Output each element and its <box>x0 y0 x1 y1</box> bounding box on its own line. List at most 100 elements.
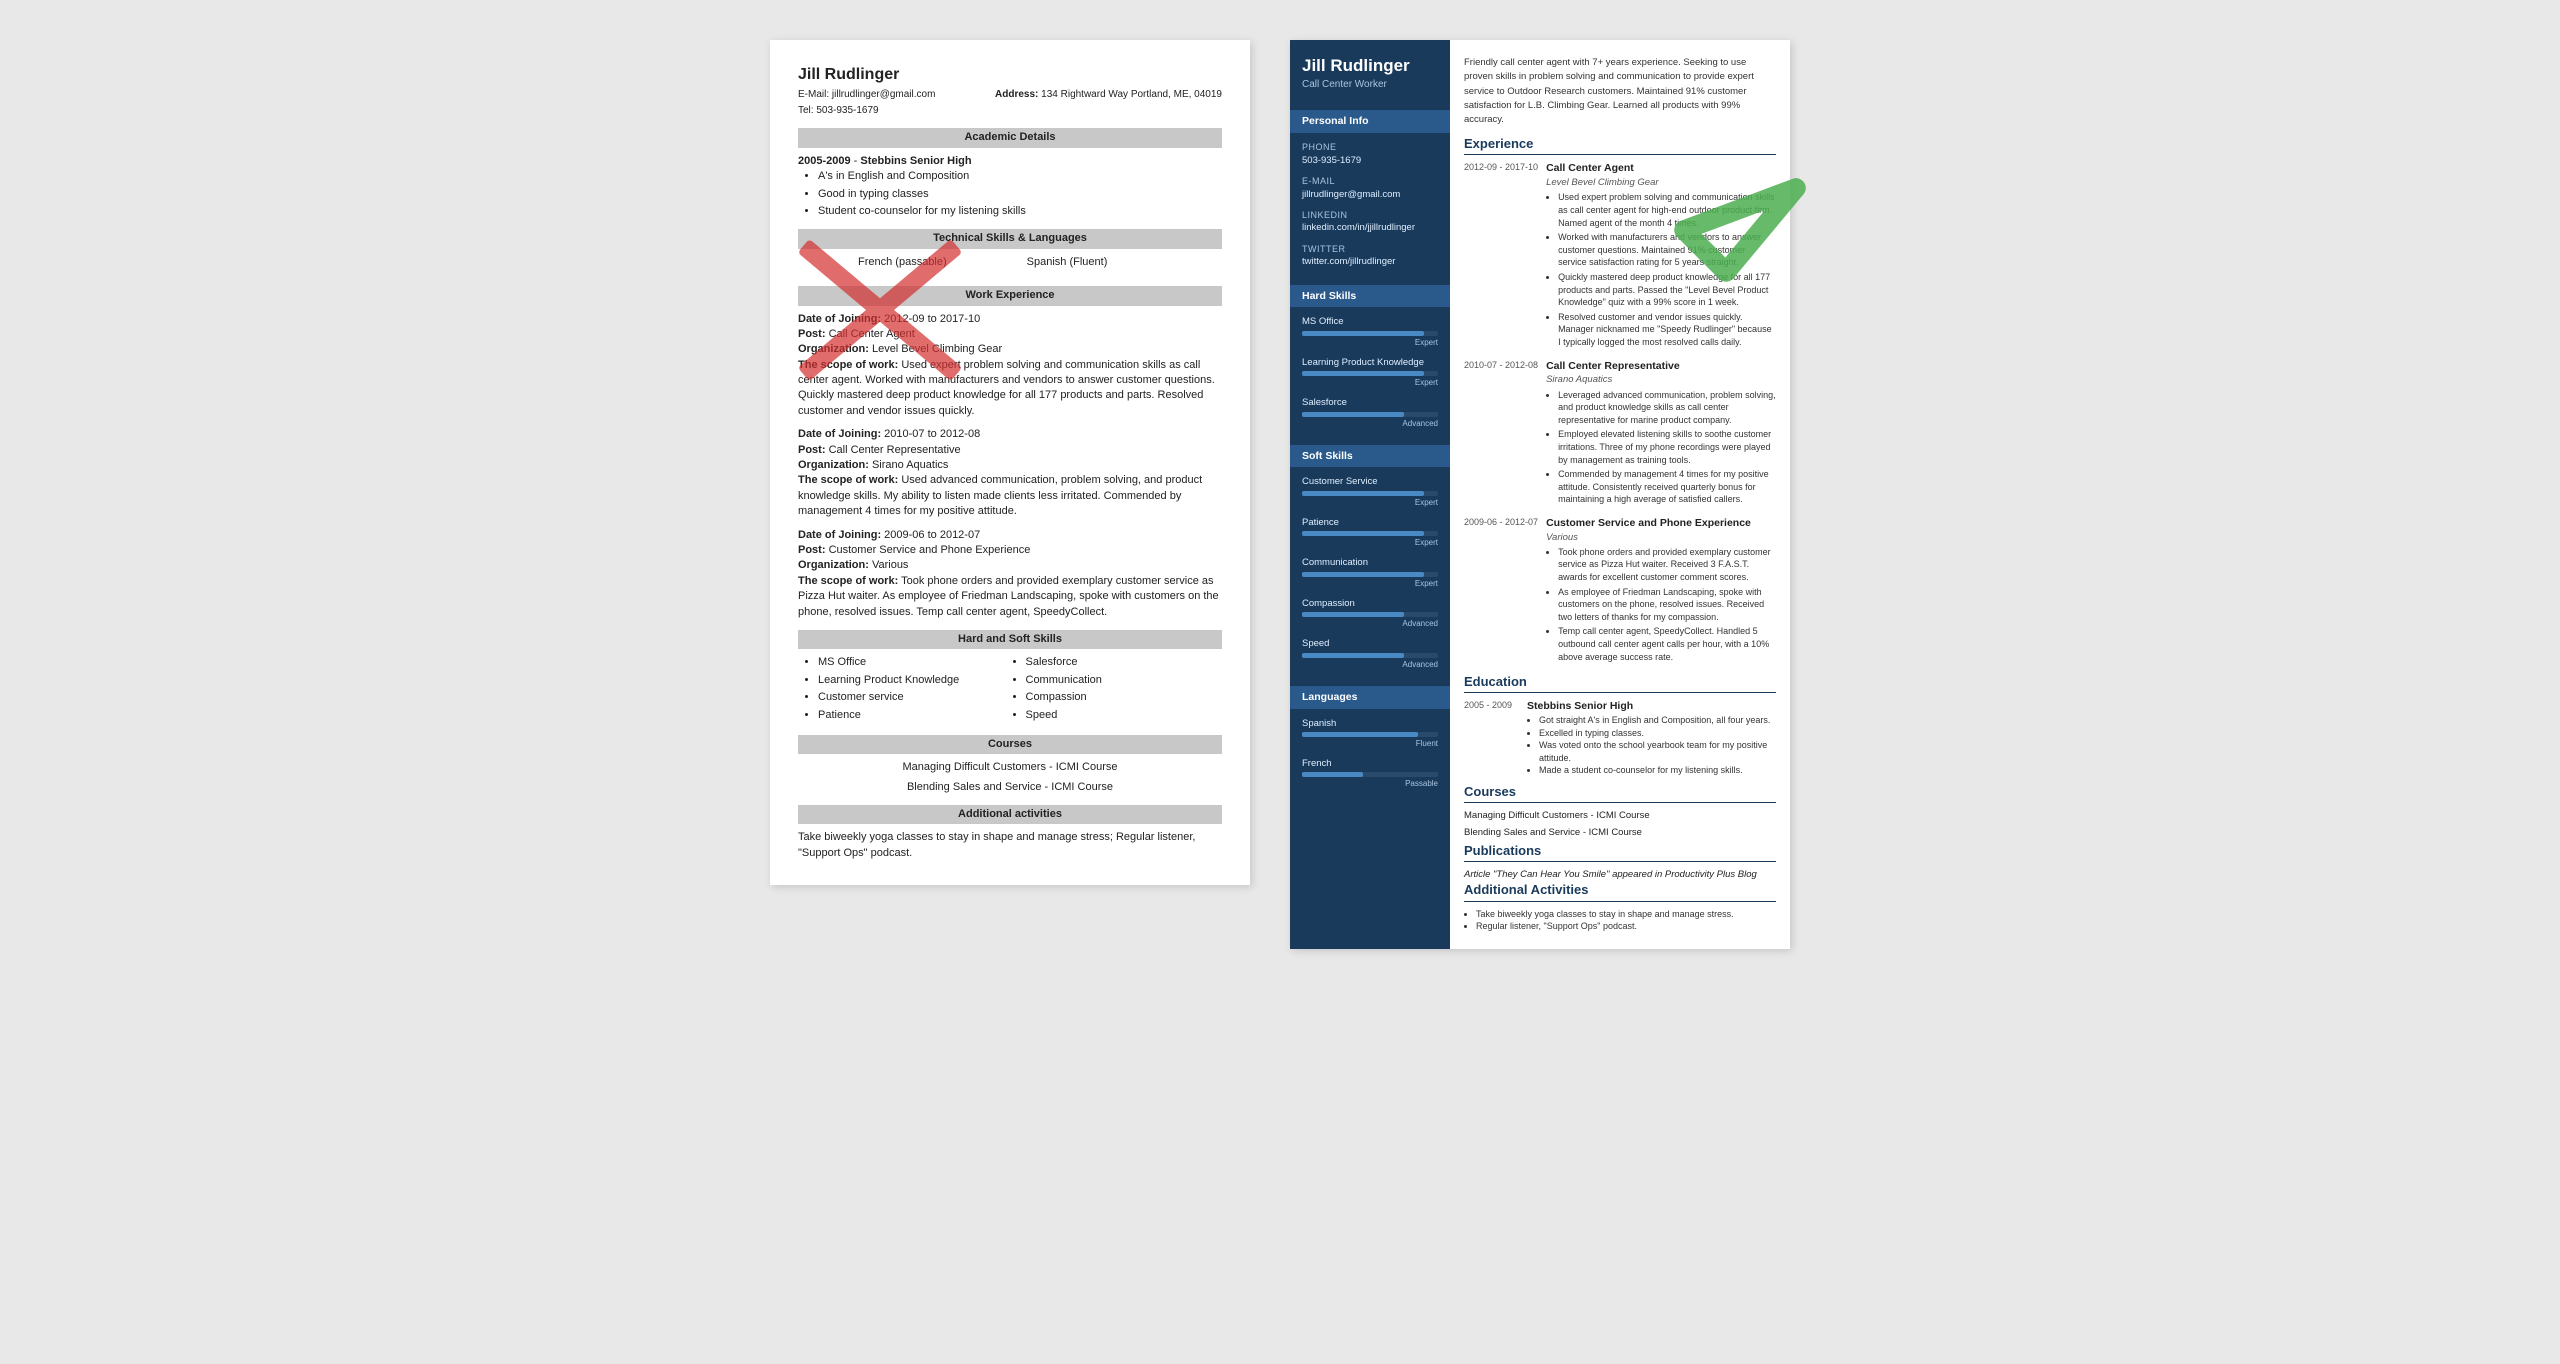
exp-body-2: Call Center Representative Sirano Aquati… <box>1546 359 1776 508</box>
exp1-b1: Used expert problem solving and communic… <box>1558 191 1776 229</box>
additional-section-title: Additional activities <box>798 805 1222 824</box>
education-section-title: Education <box>1464 673 1776 693</box>
edu-b4: Made a student co-counselor for my liste… <box>1539 764 1776 777</box>
exp-date-1: 2012-09 - 2017-10 <box>1464 161 1538 350</box>
soft-skill-4: Compassion Advanced <box>1290 595 1450 635</box>
academic-bullet-1: A's in English and Composition <box>818 169 1222 184</box>
right-resume: Jill Rudlinger Call Center Worker Person… <box>1290 40 1790 949</box>
skill-2: Learning Product Knowledge <box>818 673 1015 688</box>
soft-skills-section-title: Soft Skills <box>1290 445 1450 468</box>
add-2: Regular listener, "Support Ops" podcast. <box>1476 920 1776 933</box>
school-name: Stebbins Senior High <box>860 155 971 167</box>
skill-4: Patience <box>818 708 1015 723</box>
linkedin-label: LinkedIn <box>1302 209 1438 222</box>
exp1-b2: Worked with manufacturers and vendors to… <box>1558 231 1776 269</box>
work-entry-3: Date of Joining: 2009-06 to 2012-07 Post… <box>798 528 1222 620</box>
left-contact: E-Mail: jillrudlinger@gmail.com Address:… <box>798 88 1222 102</box>
soft-skill-5: Speed Advanced <box>1290 635 1450 675</box>
exp1-b3: Quickly mastered deep product knowledge … <box>1558 271 1776 309</box>
soft-skill-3: Communication Expert <box>1290 554 1450 594</box>
lang-spanish: Spanish Fluent <box>1290 715 1450 755</box>
skill-6: Communication <box>1026 673 1223 688</box>
edu-b2: Excelled in typing classes. <box>1539 727 1776 740</box>
publication-1: Article "They Can Hear You Smile" appear… <box>1464 868 1776 881</box>
tel-line: Tel: 503-935-1679 <box>798 104 1222 118</box>
academic-bullet-3: Student co-counselor for my listening sk… <box>818 204 1222 219</box>
email-label: E-mail <box>1302 175 1438 188</box>
course-2: Blending Sales and Service - ICMI Course <box>798 780 1222 795</box>
exp-entry-3: 2009-06 - 2012-07 Customer Service and P… <box>1464 516 1776 665</box>
lang-1: French (passable) <box>858 255 947 270</box>
twitter-label: Twitter <box>1302 243 1438 256</box>
academic-section-title: Academic Details <box>798 128 1222 147</box>
skill-7: Compassion <box>1026 690 1223 705</box>
lang-2: Spanish (Fluent) <box>1027 255 1108 270</box>
academic-content: 2005-2009 - Stebbins Senior High A's in … <box>798 154 1222 220</box>
exp2-b1: Leveraged advanced communication, proble… <box>1558 389 1776 427</box>
course-1: Managing Difficult Customers - ICMI Cour… <box>798 760 1222 775</box>
experience-section-title: Experience <box>1464 135 1776 155</box>
academic-bullet-2: Good in typing classes <box>818 187 1222 202</box>
academic-bullets: A's in English and Composition Good in t… <box>818 169 1222 219</box>
right-name: Jill Rudlinger <box>1302 56 1438 76</box>
exp-date-3: 2009-06 - 2012-07 <box>1464 516 1538 665</box>
edu-date-1: 2005 - 2009 <box>1464 699 1519 777</box>
edu-b3: Was voted onto the school yearbook team … <box>1539 739 1776 764</box>
additional-text: Take biweekly yoga classes to stay in sh… <box>798 830 1222 861</box>
work-entry-1: Date of Joining: 2012-09 to 2017-10 Post… <box>798 312 1222 420</box>
skills-section-title: Hard and Soft Skills <box>798 630 1222 649</box>
sidebar-name-area: Jill Rudlinger Call Center Worker <box>1290 40 1450 100</box>
right-sidebar: Jill Rudlinger Call Center Worker Person… <box>1290 40 1450 949</box>
exp-entry-2: 2010-07 - 2012-08 Call Center Representa… <box>1464 359 1776 508</box>
twitter-item: Twitter twitter.com/jillrudlinger <box>1290 241 1450 275</box>
technical-content: French (passable) Spanish (Fluent) <box>798 255 1222 276</box>
add-1: Take biweekly yoga classes to stay in sh… <box>1476 908 1776 921</box>
exp3-b2: As employee of Friedman Landscaping, spo… <box>1558 586 1776 624</box>
additional-section-title-right: Additional Activities <box>1464 881 1776 901</box>
right-course-1: Managing Difficult Customers - ICMI Cour… <box>1464 809 1776 822</box>
exp-body-1: Call Center Agent Level Bevel Climbing G… <box>1546 161 1776 350</box>
hard-skill-3: Salesforce Advanced <box>1290 394 1450 434</box>
skill-1: MS Office <box>818 655 1015 670</box>
edu-b1: Got straight A's in English and Composit… <box>1539 714 1776 727</box>
twitter-value: twitter.com/jillrudlinger <box>1302 255 1438 268</box>
email-value: jillrudlinger@gmail.com <box>1302 188 1438 201</box>
exp-date-2: 2010-07 - 2012-08 <box>1464 359 1538 508</box>
exp2-b3: Commended by management 4 times for my p… <box>1558 468 1776 506</box>
hard-skills-section-title: Hard Skills <box>1290 285 1450 308</box>
work-section-title: Work Experience <box>798 286 1222 305</box>
linkedin-item: LinkedIn linkedin.com/in/jjillrudlinger <box>1290 207 1450 241</box>
courses-section-title: Courses <box>798 735 1222 754</box>
objective-text: Friendly call center agent with 7+ years… <box>1464 56 1776 127</box>
lang-french: French Passable <box>1290 755 1450 795</box>
address: Address: 134 Rightward Way Portland, ME,… <box>995 88 1222 102</box>
exp2-b2: Employed elevated listening skills to so… <box>1558 428 1776 466</box>
personal-section-title: Personal Info <box>1290 110 1450 133</box>
hard-skill-2: Learning Product Knowledge Expert <box>1290 354 1450 394</box>
linkedin-value: linkedin.com/in/jjillrudlinger <box>1302 221 1438 234</box>
right-course-2: Blending Sales and Service - ICMI Course <box>1464 826 1776 839</box>
courses-section-title: Courses <box>1464 783 1776 803</box>
exp-body-3: Customer Service and Phone Experience Va… <box>1546 516 1776 665</box>
phone-value: 503-935-1679 <box>1302 154 1438 167</box>
languages-section-title: Languages <box>1290 686 1450 709</box>
left-name: Jill Rudlinger <box>798 64 1222 86</box>
phone-item: Phone 503-935-1679 <box>1290 139 1450 173</box>
work-entry-2: Date of Joining: 2010-07 to 2012-08 Post… <box>798 427 1222 519</box>
technical-section-title: Technical Skills & Languages <box>798 229 1222 248</box>
academic-dates: 2005-2009 <box>798 155 851 167</box>
right-main-content: Friendly call center agent with 7+ years… <box>1450 40 1790 949</box>
exp-entry-1: 2012-09 - 2017-10 Call Center Agent Leve… <box>1464 161 1776 350</box>
email-value: jillrudlinger@gmail.com <box>832 89 936 100</box>
exp1-b4: Resolved customer and vendor issues quic… <box>1558 311 1776 349</box>
email-label: E-Mail: <box>798 89 829 100</box>
skill-3: Customer service <box>818 690 1015 705</box>
soft-skill-2: Patience Expert <box>1290 514 1450 554</box>
additional-items: Take biweekly yoga classes to stay in sh… <box>1464 908 1776 933</box>
exp3-b1: Took phone orders and provided exemplary… <box>1558 546 1776 584</box>
left-resume: Jill Rudlinger E-Mail: jillrudlinger@gma… <box>770 40 1250 885</box>
exp3-b3: Temp call center agent, SpeedyCollect. H… <box>1558 625 1776 663</box>
soft-skill-1: Customer Service Expert <box>1290 473 1450 513</box>
right-title: Call Center Worker <box>1302 78 1438 92</box>
edu-body-1: Stebbins Senior High Got straight A's in… <box>1527 699 1776 777</box>
